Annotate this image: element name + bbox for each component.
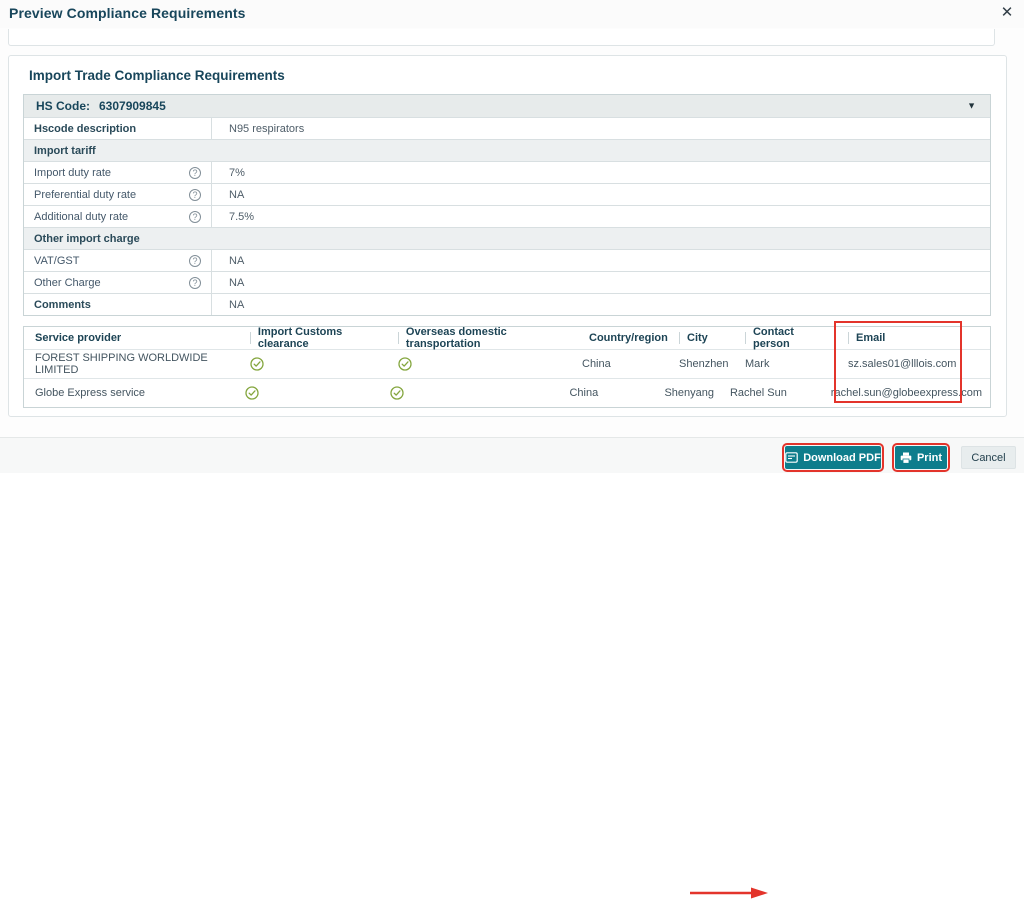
hs-code-label: HS Code: [36,99,90,113]
section-row: Import tariff [24,139,990,161]
download-pdf-button[interactable]: Download PDF [782,443,884,472]
header-divider [679,332,680,344]
table-row: VAT/GST? NA [24,249,990,271]
help-icon[interactable]: ? [189,254,201,267]
row-value: NA [229,276,245,289]
country-cell: China [569,387,599,399]
modal-title: Preview Compliance Requirements [9,5,246,21]
scrolled-previous-section [8,29,995,46]
cancel-button[interactable]: Cancel [961,446,1016,469]
table-header-row: Service provider Import Customs clearanc… [24,326,990,350]
country-cell: China [582,358,611,370]
red-arrow-annotation [690,887,768,899]
help-icon[interactable]: ? [189,276,201,289]
hs-code-panel: HS Code: 6307909845 ▼ Hscode description… [23,94,991,316]
row-label: Import duty rate [34,166,112,179]
table-row: Additional duty rate? 7.5% [24,205,990,227]
provider-name: FOREST SHIPPING WORLDWIDE LIMITED [35,352,208,376]
provider-name: Globe Express service [35,387,146,399]
import-requirements-card: Import Trade Compliance Requirements HS … [8,55,1007,417]
check-icon [398,357,412,371]
column-header: Import Customs clearance [257,326,343,350]
row-value: N95 respirators [229,122,305,135]
modal-footer: Download PDF Print Cancel [0,437,1024,899]
table-row: Globe Express service China Shenyang Rac… [24,378,990,407]
row-label: Preferential duty rate [34,188,137,201]
check-icon [250,357,264,371]
row-label: Other Charge [34,276,101,289]
preview-compliance-modal: Preview Compliance Requirements ✕ Import… [0,0,1024,899]
table-row: Hscode description N95 respirators [24,117,990,139]
row-label: VAT/GST [34,254,80,267]
help-icon[interactable]: ? [189,210,201,223]
hs-code-value: 6307909845 [99,99,166,113]
section-label: Other import charge [34,232,140,245]
chevron-down-icon[interactable]: ▼ [967,101,976,111]
column-header: Email [856,332,886,344]
download-pdf-label: Download PDF [803,451,881,464]
table-row: Comments NA [24,293,990,315]
email-cell: rachel.sun@globeexpress.com [830,387,982,399]
close-icon[interactable]: ✕ [997,2,1017,22]
print-button[interactable]: Print [892,443,950,472]
header-divider [745,332,746,344]
table-row: FOREST SHIPPING WORLDWIDE LIMITED China … [24,349,990,378]
row-label: Comments [24,294,212,315]
header-divider [250,332,251,344]
row-value: NA [229,298,245,311]
row-value: 7% [229,166,245,179]
help-icon[interactable]: ? [189,188,201,201]
header-divider [848,332,849,344]
check-icon [245,386,259,400]
row-label: Additional duty rate [34,210,129,223]
check-icon [390,386,404,400]
help-icon[interactable]: ? [189,166,201,179]
pdf-file-icon [785,452,798,463]
column-header: Overseas domestic transportation [405,326,507,350]
row-label: Hscode description [24,118,212,139]
column-header: City [687,332,708,344]
page-title: Import Trade Compliance Requirements [29,68,285,83]
printer-icon [900,452,912,464]
table-row: Other Charge? NA [24,271,990,293]
contact-cell: Rachel Sun [729,387,787,399]
row-value: NA [229,188,245,201]
modal-header: Preview Compliance Requirements ✕ [0,0,1024,28]
email-cell: sz.sales01@lllois.com [848,358,957,370]
section-row: Other import charge [24,227,990,249]
column-header: Service provider [35,332,122,344]
column-header: Contact person [752,326,794,350]
city-cell: Shenzhen [679,358,729,370]
contact-cell: Mark [745,358,770,370]
service-provider-table: Service provider Import Customs clearanc… [23,326,991,408]
header-divider [398,332,399,344]
row-value: NA [229,254,245,267]
city-cell: Shenyang [664,387,714,399]
row-value: 7.5% [229,210,255,223]
column-header: Country/region [589,332,668,344]
table-row: Preferential duty rate? NA [24,183,990,205]
hs-code-header[interactable]: HS Code: 6307909845 ▼ [24,95,990,117]
table-row: Import duty rate? 7% [24,161,990,183]
print-label: Print [916,451,943,464]
section-label: Import tariff [34,144,96,157]
